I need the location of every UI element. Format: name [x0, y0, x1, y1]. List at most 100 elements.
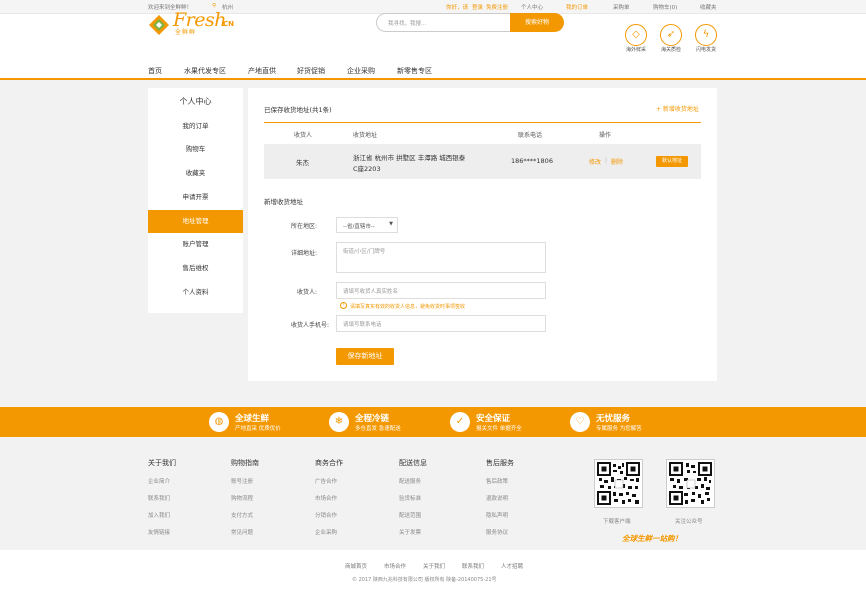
bottom-link-careers[interactable]: 人才招聘: [501, 562, 523, 570]
footer-slogan: 全球生鲜一站购！: [622, 534, 682, 543]
my-orders-link[interactable]: 我的订单: [566, 3, 588, 11]
address-table-header: 收货人 收货地址 联系电话 操作: [264, 122, 701, 142]
footer-col-delivery: 配送信息 配送服务 验货标准 配送范围 关于发票: [399, 458, 427, 536]
sidebar: 个人中心 我的订单 购物车 收藏夹 申请开票 地址管理 账户管理 售后维权 个人…: [148, 88, 243, 313]
footer-col-title: 配送信息: [399, 459, 427, 467]
edit-link[interactable]: 修改: [589, 157, 601, 166]
search-button[interactable]: 搜索好物: [510, 13, 564, 32]
cart-link[interactable]: 购物车(0): [653, 3, 677, 11]
footer-link[interactable]: 广告合作: [315, 477, 343, 485]
qr-code-wechat: [666, 459, 715, 508]
nav-fruit-dropship[interactable]: 水果代发专区: [184, 66, 226, 76]
footer-link[interactable]: 分销合作: [315, 511, 343, 519]
top-bar: 欢迎来到全鲜鲜！ ⚲ 杭州 你好，请 登录 免费注册 个人中心 我的订单 采购单…: [0, 0, 866, 14]
footer-link[interactable]: 服务协议: [486, 528, 514, 536]
footer-bottom: [0, 550, 866, 600]
footer-link[interactable]: 购物流程: [231, 494, 259, 502]
sidebar-item-orders[interactable]: 我的订单: [148, 115, 243, 138]
bottom-link-about[interactable]: 关于我们: [423, 562, 445, 570]
receiver-hint: 请填写真实有效的收货人信息，避免收货时事项签收: [350, 304, 466, 310]
footer-link[interactable]: 常见问题: [231, 528, 259, 536]
handshake-icon: ♡: [570, 412, 590, 432]
footer-link[interactable]: 企业采购: [315, 528, 343, 536]
register-link[interactable]: 免费注册: [486, 3, 508, 11]
lightning-icon[interactable]: ϟ: [695, 24, 717, 46]
sidebar-title: 个人中心: [179, 97, 212, 106]
footer-link[interactable]: 市场合作: [315, 494, 343, 502]
footer-link[interactable]: 企业简介: [148, 477, 176, 485]
footer-link[interactable]: 退款说明: [486, 494, 514, 502]
region-select[interactable]: --省/直辖市-- ▼: [336, 217, 398, 233]
footer-col-after-sales: 售后服务 售后政策 退款说明 隐私声明 服务协议: [486, 458, 514, 536]
footer-col-title: 售后服务: [486, 459, 514, 467]
footer-link[interactable]: 配送范围: [399, 511, 427, 519]
receiver-name-field[interactable]: 请填写收货人真实姓名: [336, 282, 546, 299]
sidebar-item-invoice[interactable]: 申请开票: [148, 186, 243, 209]
banner-sub-cold: 多仓直发 急速配送: [355, 426, 401, 432]
sidebar-item-address[interactable]: 地址管理: [148, 210, 243, 233]
sidebar-item-after-sales[interactable]: 售后维权: [148, 257, 243, 280]
nav-new-retail[interactable]: 新零售专区: [397, 66, 432, 76]
footer-link[interactable]: 隐私声明: [486, 511, 514, 519]
footer-link[interactable]: 账号注册: [231, 477, 259, 485]
col-phone: 联系电话: [518, 132, 543, 139]
purchase-list-link[interactable]: 采购单: [613, 3, 630, 11]
globe-icon: ◍: [209, 412, 229, 432]
table-row: 朱杰 浙江省 杭州市 拱墅区 丰潭路 城西银泰 C座2203 186****18…: [264, 144, 701, 179]
shield-check-icon: ✓: [450, 412, 470, 432]
sidebar-item-profile[interactable]: 个人资料: [148, 281, 243, 304]
delete-link[interactable]: 删除: [611, 157, 623, 166]
add-address-link[interactable]: + 新增收货地址: [656, 104, 699, 113]
main-nav: 首页 水果代发专区 产地直供 好货促销 企业采购 新零售专区: [0, 62, 866, 80]
footer-col-title: 购物指南: [231, 459, 259, 467]
bottom-link-contact[interactable]: 联系我们: [462, 562, 484, 570]
greeting-text: 你好，请: [446, 5, 469, 11]
save-address-button[interactable]: 保存新地址: [336, 348, 394, 365]
receiver-label: 收货人:: [296, 289, 317, 296]
default-address-button[interactable]: 默认地址: [656, 156, 688, 167]
phone-field[interactable]: 请填写联系电话: [336, 315, 546, 332]
footer-col-title: 商务合作: [315, 459, 343, 467]
sidebar-item-cart[interactable]: 购物车: [148, 138, 243, 161]
nav-origin-direct[interactable]: 产地直供: [248, 66, 276, 76]
bottom-link-market[interactable]: 市场合作: [384, 562, 406, 570]
banner-sub-safety: 报关文件 单据齐全: [476, 426, 522, 432]
action-divider: |: [605, 157, 608, 164]
col-receiver: 收货人: [294, 132, 313, 139]
footer-link[interactable]: 配送服务: [399, 477, 427, 485]
receiver-name: 朱杰: [296, 159, 309, 167]
address-line1: 浙江省 杭州市 拱墅区 丰潭路 城西银泰: [353, 154, 466, 162]
search-input[interactable]: 我寻找，我搜...: [376, 13, 512, 32]
bottom-link-home[interactable]: 商城首页: [345, 562, 367, 570]
nav-enterprise[interactable]: 企业采购: [347, 66, 375, 76]
rocket-icon[interactable]: ➶: [660, 24, 682, 46]
detail-address-field[interactable]: 街道/小区/门牌号: [336, 242, 546, 273]
sidebar-item-favorites[interactable]: 收藏夹: [148, 162, 243, 185]
footer-link[interactable]: 支付方式: [231, 511, 259, 519]
phone-label: 收货人手机号:: [290, 322, 329, 329]
qr-code-wechat-image: [669, 462, 712, 505]
sidebar-item-account[interactable]: 账户管理: [148, 233, 243, 256]
footer-link[interactable]: 售后政策: [486, 477, 514, 485]
footer-link[interactable]: 联系我们: [148, 494, 176, 502]
header-icon-label-customs: 海关质检: [660, 47, 681, 53]
service-banner: [0, 407, 866, 437]
favorites-link[interactable]: 收藏夹: [700, 3, 717, 11]
diamond-icon[interactable]: ◇: [625, 24, 647, 46]
footer-link[interactable]: 友情链接: [148, 528, 176, 536]
footer-link[interactable]: 关于发票: [399, 528, 427, 536]
warning-icon: !: [340, 302, 347, 309]
footer-link[interactable]: 验货标准: [399, 494, 427, 502]
nav-home[interactable]: 首页: [148, 66, 162, 76]
footer-col-business: 商务合作 广告合作 市场合作 分销合作 企业采购: [315, 458, 343, 536]
col-address: 收货地址: [353, 132, 378, 139]
saved-address-title: 已保存收货地址(共1条): [264, 106, 332, 114]
login-link[interactable]: 登录: [472, 3, 483, 11]
banner-title-safety: 安全保证: [476, 414, 511, 424]
detail-label: 详细地址:: [290, 250, 317, 257]
nav-promotions[interactable]: 好货促销: [297, 66, 325, 76]
personal-center-link[interactable]: 个人中心: [521, 3, 543, 11]
footer-link[interactable]: 加入我们: [148, 511, 176, 519]
logo-cn: CN: [223, 20, 234, 28]
phone-number: 186****1806: [511, 157, 553, 165]
